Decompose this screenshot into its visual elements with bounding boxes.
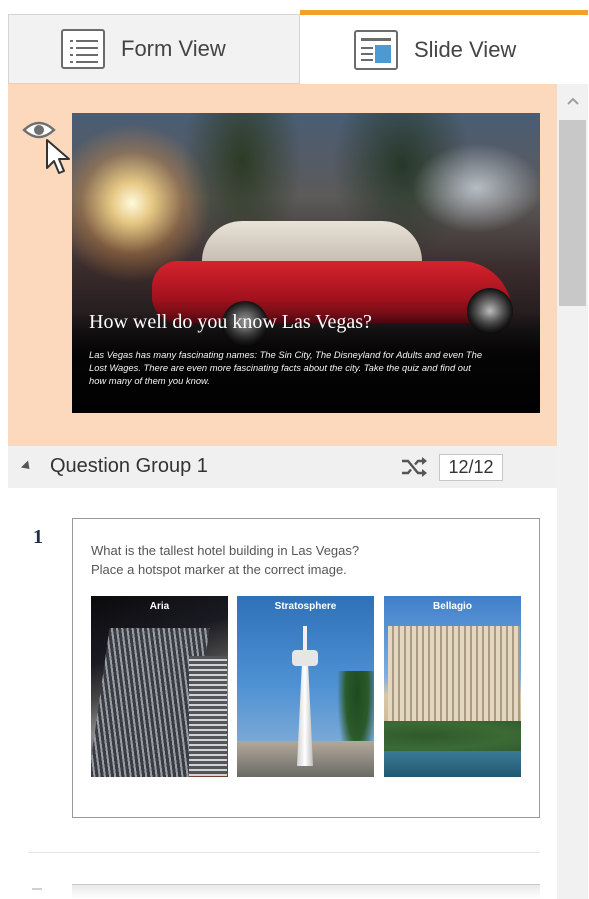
mouse-cursor-icon <box>46 139 70 174</box>
question-text-line: What is the tallest hotel building in La… <box>91 543 360 558</box>
question-instruction-line: Place a hotspot marker at the correct im… <box>91 562 347 577</box>
intro-slide-thumbnail[interactable]: How well do you know Las Vegas? Las Vega… <box>72 113 540 413</box>
image-label: Aria <box>149 601 170 612</box>
image-label: Bellagio <box>433 601 472 612</box>
hotspot-image-stratosphere: Stratosphere <box>237 596 374 777</box>
image-label: Stratosphere <box>274 601 337 612</box>
slide-description: Las Vegas has many fascinating names: Th… <box>89 349 483 386</box>
shuffle-icon[interactable] <box>400 456 428 478</box>
next-question-thumbnail[interactable] <box>72 884 540 899</box>
slide-title: How well do you know Las Vegas? <box>89 311 372 333</box>
next-question-number <box>32 888 42 899</box>
chevron-up-icon <box>566 97 579 105</box>
list-icon <box>61 29 105 69</box>
question-group-header[interactable]: Question Group 1 12/12 <box>8 446 557 488</box>
question-slide-thumbnail[interactable]: What is the tallest hotel building in La… <box>72 518 540 818</box>
tab-slide-view-label: Slide View <box>414 36 517 62</box>
tab-form-view[interactable]: Form View <box>8 14 300 84</box>
divider <box>28 852 540 853</box>
tab-form-view-label: Form View <box>121 36 226 61</box>
view-tabs: Form View Slide View <box>8 10 588 84</box>
tab-slide-view[interactable]: Slide View <box>300 10 588 84</box>
question-count-input[interactable]: 12/12 <box>439 454 503 481</box>
question-number: 1 <box>33 526 43 548</box>
slide-list-panel: Form View Slide View How well do you kno… <box>0 0 589 899</box>
slide-icon <box>354 29 398 70</box>
scroll-up-button[interactable] <box>557 84 588 118</box>
question-text: What is the tallest hotel building in La… <box>91 541 359 579</box>
hotspot-image-aria: Aria <box>91 596 228 777</box>
scrollbar-thumb[interactable] <box>559 120 586 306</box>
hotspot-image-bellagio: Bellagio <box>384 596 521 777</box>
triangle-down-icon[interactable] <box>20 460 34 473</box>
question-group-label: Question Group 1 <box>50 455 208 477</box>
